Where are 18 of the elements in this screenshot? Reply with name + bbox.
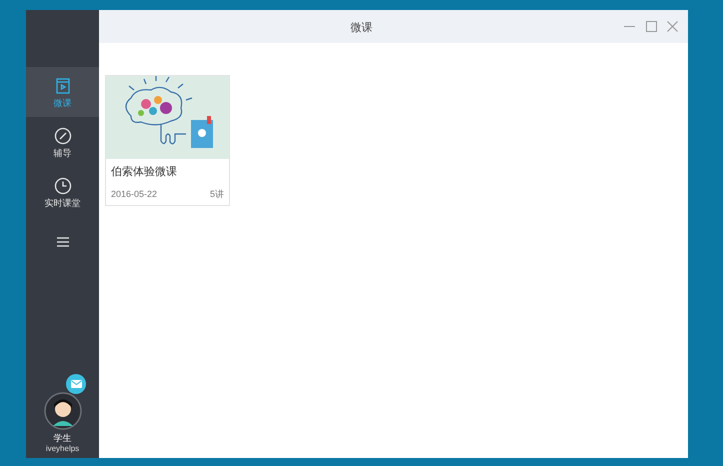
avatar-icon[interactable] — [44, 392, 82, 430]
sidebar-item[interactable]: 辅导 — [26, 117, 99, 167]
sidebar-item[interactable]: 实时课堂 — [26, 167, 99, 217]
user-name: iveyhelps — [46, 444, 80, 454]
mail-badge[interactable] — [66, 374, 86, 394]
clock-icon — [54, 176, 72, 194]
course-card[interactable]: 伯索体验微课 2016-05-22 5讲 — [105, 75, 230, 206]
pen-circle-icon — [54, 126, 72, 144]
close-icon[interactable] — [667, 21, 678, 32]
video-page-icon — [54, 76, 72, 94]
sidebar-item[interactable]: 微课 — [26, 67, 99, 117]
window-title: 微课 — [350, 22, 372, 34]
lesson-count: 5讲 — [210, 188, 224, 200]
user-role: 学生 — [54, 432, 72, 444]
envelope-icon — [70, 380, 82, 388]
course-title: 伯索体验微课 — [111, 164, 178, 180]
maximize-button[interactable] — [646, 21, 657, 32]
course-date: 2016-05-22 — [111, 188, 158, 200]
